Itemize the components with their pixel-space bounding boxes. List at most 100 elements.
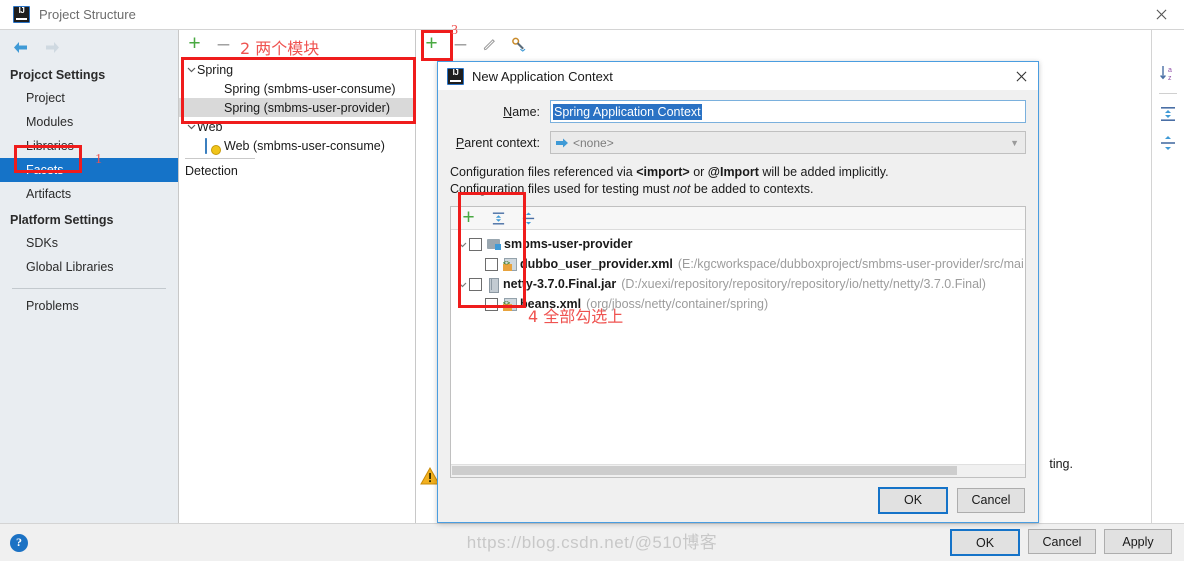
collapse-all-icon[interactable] [519, 209, 538, 228]
sidebar-item-libraries[interactable]: Libraries [0, 134, 178, 158]
facet-tree-divider [185, 158, 255, 159]
wrench-icon[interactable] [509, 35, 528, 54]
file-name: netty-3.7.0.Final.jar [503, 277, 617, 291]
plus-icon[interactable]: + [422, 32, 441, 55]
cancel-button[interactable]: Cancel [1028, 529, 1096, 554]
chevron-down-icon[interactable] [455, 280, 469, 289]
window-title: Project Structure [39, 7, 136, 22]
facet-item-spring-provider[interactable]: Spring (smbms-user-provider) [179, 98, 415, 117]
arrow-right-icon [555, 137, 569, 149]
minus-icon[interactable]: – [214, 32, 233, 55]
sidebar-item-sdks[interactable]: SDKs [0, 231, 178, 255]
note-1a: Configuration files referenced via [450, 165, 637, 179]
file-checkbox[interactable] [485, 257, 498, 271]
spring-leaf-icon [205, 82, 221, 96]
module-folder-icon [487, 238, 501, 250]
note-1b: <import> [636, 165, 690, 179]
config-files-rows: smbms-user-provider dubbo_user_provider.… [451, 230, 1025, 464]
facet-item-spring-consume[interactable]: Spring (smbms-user-consume) [179, 79, 415, 98]
facet-group-web[interactable]: Web [179, 117, 415, 136]
file-path: (org/jboss/netty/container/spring) [586, 297, 769, 311]
background-partial-text: ting. [1049, 457, 1073, 471]
name-label-mnemonic: N [503, 104, 513, 119]
parent-context-label: Parent context: [450, 136, 550, 150]
facet-group-label: Spring [197, 62, 234, 77]
facet-toolbar: + – [179, 30, 415, 58]
sidebar-group-project-settings: Projcct Settings [10, 68, 106, 82]
sidebar-item-modules[interactable]: Modules [0, 110, 178, 134]
detection-label[interactable]: Detection [179, 164, 415, 178]
config-files-listbox: + smbms-user-provider <> dubbo_user_prov… [450, 206, 1026, 478]
sidebar-item-artifacts[interactable]: Artifacts [0, 182, 178, 206]
file-checkbox[interactable] [469, 237, 482, 251]
expand-all-icon[interactable] [489, 209, 508, 228]
dialog-ok-button[interactable]: OK [878, 486, 948, 514]
dialog-cancel-button[interactable]: Cancel [957, 487, 1025, 513]
chevron-down-icon[interactable] [185, 122, 197, 131]
jar-file-icon [487, 277, 499, 293]
plus-icon[interactable]: + [185, 32, 204, 55]
facet-item-label: Web (smbms-user-consume) [224, 138, 385, 153]
note-line-1: Configuration files referenced via <impo… [450, 164, 1026, 181]
name-row: Name: Spring Application Context [450, 100, 1026, 123]
sidebar-item-problems[interactable]: Problems [0, 289, 178, 318]
name-input-value: Spring Application Context [553, 103, 702, 120]
dialog-title: New Application Context [472, 68, 613, 84]
minus-icon[interactable]: – [451, 33, 470, 54]
sort-az-icon[interactable]: a z [1158, 63, 1178, 83]
add-facet-label: + [188, 32, 201, 55]
ok-button[interactable]: OK [950, 529, 1020, 556]
sidebar-item-facets[interactable]: Facets [0, 158, 178, 182]
chevron-down-icon[interactable] [185, 65, 197, 74]
list-item[interactable]: netty-3.7.0.Final.jar (D:/xuexi/reposito… [451, 274, 1025, 294]
name-input[interactable]: Spring Application Context [550, 100, 1026, 123]
apply-button[interactable]: Apply [1104, 529, 1172, 554]
close-icon[interactable] [1138, 0, 1184, 29]
sidebar-group-platform-settings: Platform Settings [10, 213, 114, 227]
sidebar-item-global-libraries[interactable]: Global Libraries [0, 255, 178, 279]
dialog-titlebar: New Application Context [438, 62, 1038, 90]
xml-file-icon [503, 297, 517, 311]
list-item[interactable]: beans.xml (org/jboss/netty/container/spr… [451, 294, 1025, 314]
close-icon[interactable] [1012, 67, 1030, 85]
add-context-label: + [425, 32, 438, 55]
svg-text:a: a [1168, 67, 1172, 74]
right-toolbar: a z [1151, 30, 1184, 523]
file-checkbox[interactable] [469, 277, 482, 291]
remove-facet-label: – [217, 32, 230, 55]
expand-all-icon[interactable] [1158, 104, 1178, 124]
list-item[interactable]: dubbo_user_provider.xml (E:/kgcworkspace… [451, 254, 1025, 274]
pencil-icon[interactable] [480, 35, 499, 54]
spring-leaf-icon [205, 101, 221, 115]
collapse-all-icon[interactable] [1158, 133, 1178, 153]
parent-label-mnemonic: P [455, 135, 465, 150]
facet-group-label: Web [197, 119, 223, 134]
intellij-idea-icon [447, 67, 464, 85]
window-footer: ? OK Cancel Apply [0, 523, 1184, 561]
facet-group-spring[interactable]: Spring [179, 60, 415, 79]
arrow-right-icon[interactable] [43, 39, 60, 55]
chevron-down-icon[interactable] [455, 240, 469, 249]
scrollbar-thumb[interactable] [452, 466, 958, 475]
config-files-toolbar: + [451, 207, 1025, 230]
dialog-footer: OK Cancel [438, 478, 1038, 522]
note-2c: be added to contexts. [690, 182, 814, 196]
file-name: smbms-user-provider [504, 237, 633, 251]
arrow-left-icon[interactable] [12, 39, 29, 55]
list-item[interactable]: smbms-user-provider [451, 234, 1025, 254]
new-application-context-dialog: New Application Context Name: Spring App… [437, 61, 1039, 523]
horizontal-scrollbar[interactable] [451, 464, 1025, 477]
web-facet-icon [205, 137, 221, 154]
parent-context-select[interactable]: <none> ▼ [550, 131, 1026, 154]
plus-icon[interactable]: + [459, 207, 478, 228]
file-checkbox[interactable] [485, 297, 498, 311]
chevron-down-icon[interactable]: ▼ [1010, 138, 1019, 148]
sidebar-item-project[interactable]: Project [0, 86, 178, 110]
file-path: (E:/kgcworkspace/dubboxproject/smbms-use… [677, 257, 1024, 271]
help-icon[interactable]: ? [10, 533, 28, 552]
facet-item-web-consume[interactable]: Web (smbms-user-consume) [179, 136, 415, 155]
name-label-rest: ame: [512, 104, 540, 119]
nav-history-buttons [0, 30, 178, 61]
dialog-body: Name: Spring Application Context Parent … [438, 90, 1038, 478]
facet-item-label: Spring (smbms-user-provider) [224, 100, 391, 115]
